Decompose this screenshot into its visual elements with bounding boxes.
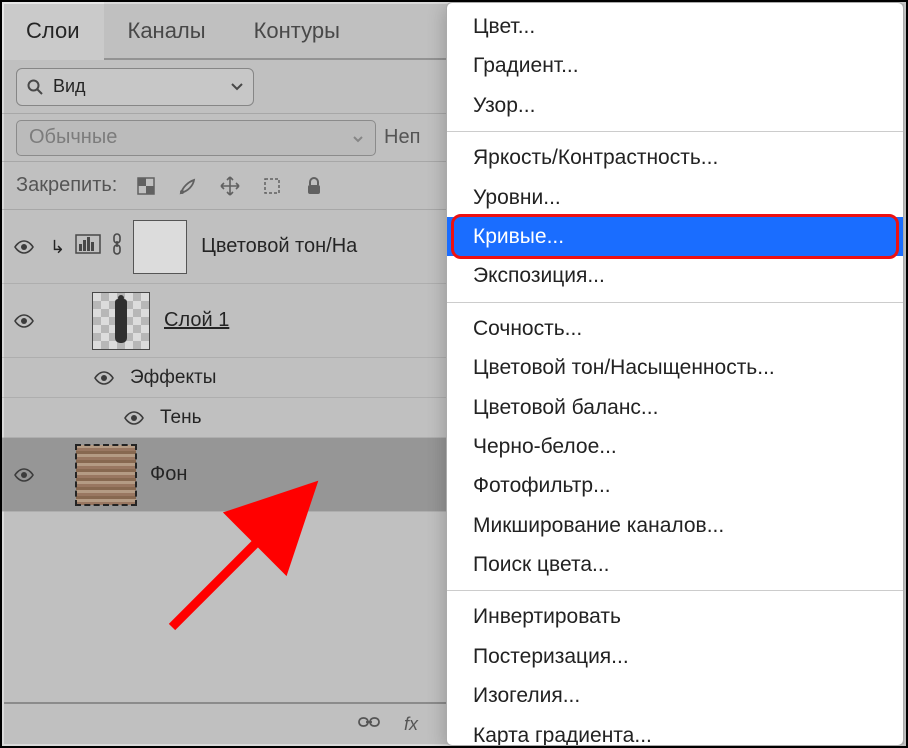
blend-mode-label: Обычные (29, 126, 117, 149)
eye-icon[interactable] (122, 411, 146, 425)
menu-photo-filter[interactable]: Фотофильтр... (447, 466, 903, 505)
search-view-select[interactable]: Вид (16, 68, 254, 106)
eye-icon[interactable] (92, 371, 116, 385)
fx-icon[interactable]: fx (404, 714, 418, 735)
menu-vibrance[interactable]: Сочность... (447, 309, 903, 348)
link-mask-icon[interactable] (111, 233, 123, 260)
menu-separator (447, 590, 903, 591)
mask-thumbnail[interactable] (133, 220, 187, 274)
layer-name: Цветовой тон/На (201, 235, 357, 258)
blend-mode-select[interactable]: Обычные (16, 120, 376, 156)
menu-channel-mixer[interactable]: Микширование каналов... (447, 506, 903, 545)
menu-threshold[interactable]: Изогелия... (447, 676, 903, 715)
tab-layers[interactable]: Слои (2, 2, 104, 58)
effects-label: Эффекты (130, 367, 216, 389)
lock-transparency-icon[interactable] (133, 173, 159, 199)
menu-levels[interactable]: Уровни... (447, 178, 903, 217)
tab-channels[interactable]: Каналы (104, 2, 230, 58)
eye-icon[interactable] (12, 314, 36, 328)
menu-color-lookup[interactable]: Поиск цвета... (447, 545, 903, 584)
chevron-down-icon (231, 83, 243, 91)
menu-pattern[interactable]: Узор... (447, 86, 903, 125)
lock-label: Закрепить: (16, 174, 117, 197)
menu-hue[interactable]: Цветовой тон/Насыщенность... (447, 348, 903, 387)
tab-paths[interactable]: Контуры (230, 2, 364, 58)
menu-brightness[interactable]: Яркость/Контрастность... (447, 138, 903, 177)
opacity-label: Неп (384, 126, 420, 149)
chevron-down-icon (353, 126, 363, 149)
layer-name[interactable]: Слой 1 (164, 309, 229, 332)
menu-separator (447, 302, 903, 303)
layer-thumbnail[interactable] (92, 292, 150, 350)
menu-gradient-map[interactable]: Карта градиента... (447, 716, 903, 746)
menu-gradient[interactable]: Градиент... (447, 46, 903, 85)
clip-arrow-icon: ↳ (50, 238, 65, 256)
menu-posterize[interactable]: Постеризация... (447, 637, 903, 676)
layers-bottom-bar: fx (4, 702, 458, 744)
menu-invert[interactable]: Инвертировать (447, 597, 903, 636)
layer-name: Фон (150, 463, 187, 486)
lock-artboard-icon[interactable] (259, 173, 285, 199)
link-icon[interactable] (358, 715, 380, 734)
lock-move-icon[interactable] (217, 173, 243, 199)
menu-exposure[interactable]: Экспозиция... (447, 256, 903, 295)
menu-separator (447, 131, 903, 132)
eye-icon[interactable] (12, 468, 36, 482)
menu-black-white[interactable]: Черно-белое... (447, 427, 903, 466)
view-label: Вид (53, 76, 221, 97)
menu-solid-color[interactable]: Цвет... (447, 7, 903, 46)
search-icon (27, 79, 43, 95)
lock-brush-icon[interactable] (175, 173, 201, 199)
adjustment-layer-menu: Цвет... Градиент... Узор... Яркость/Конт… (446, 2, 904, 746)
lock-all-icon[interactable] (301, 173, 327, 199)
eye-icon[interactable] (12, 240, 36, 254)
histogram-icon (75, 234, 101, 259)
menu-curves[interactable]: Кривые... (447, 217, 903, 256)
menu-color-balance[interactable]: Цветовой баланс... (447, 388, 903, 427)
layer-thumbnail[interactable] (76, 445, 136, 505)
effect-shadow-label: Тень (160, 407, 202, 429)
